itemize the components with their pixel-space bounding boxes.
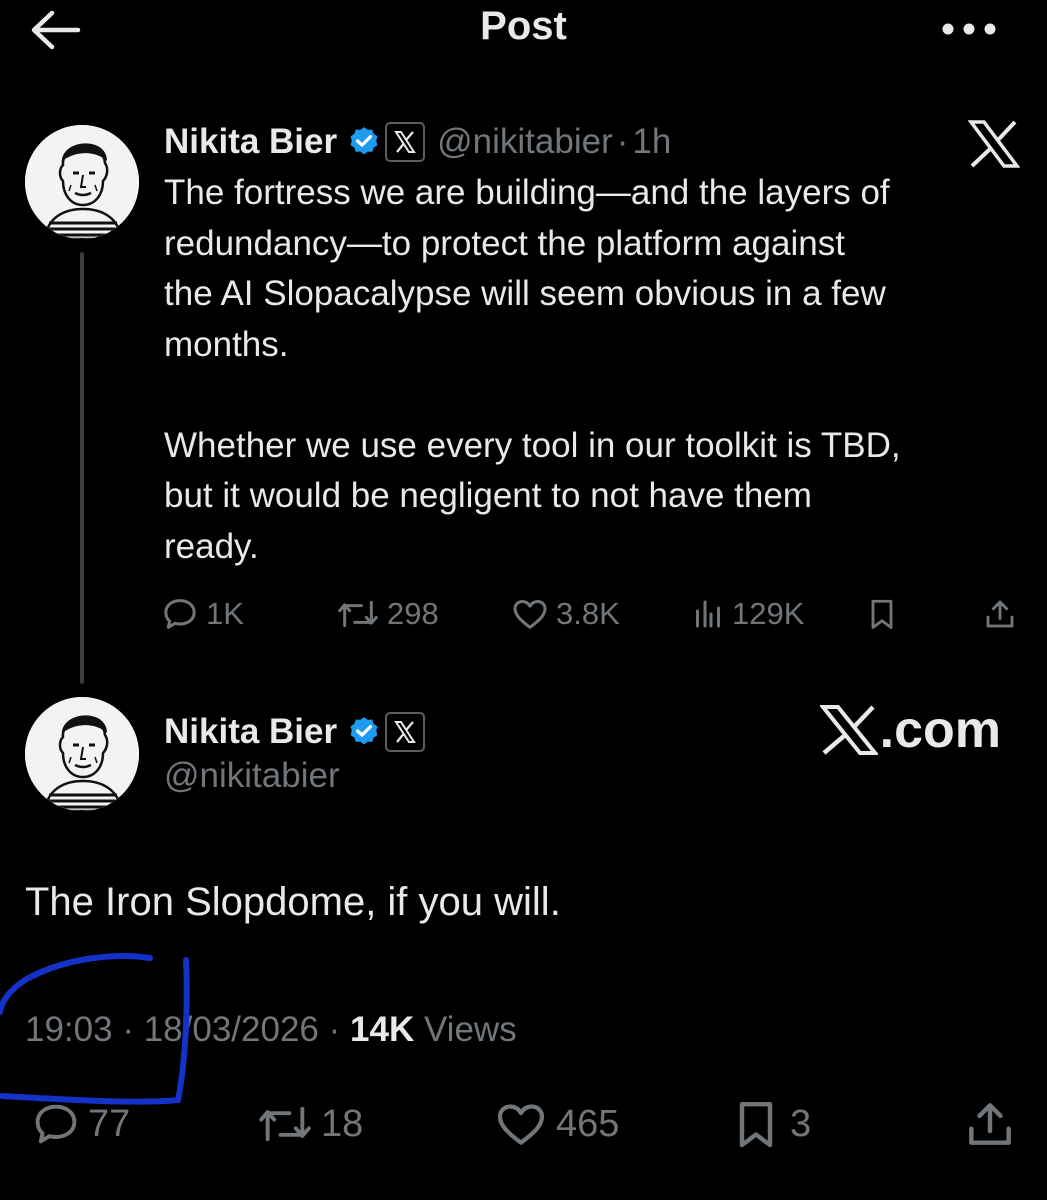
share-button[interactable] <box>962 1092 1018 1156</box>
reply-icon <box>164 599 196 629</box>
bookmark-button[interactable] <box>864 588 900 640</box>
page-title: Post <box>480 4 567 48</box>
repost-icon <box>259 1106 311 1142</box>
handle[interactable]: @nikitabier <box>437 122 613 162</box>
tweet-date[interactable]: 18/03/2026 <box>144 1010 319 1049</box>
reply-button[interactable]: 1K <box>160 588 244 640</box>
main-tweet-user-row: Nikita Bier <box>164 708 426 756</box>
repost-button[interactable]: 18 <box>255 1092 363 1156</box>
heart-icon <box>497 1104 545 1145</box>
avatar-illustration <box>25 697 139 811</box>
avatar-illustration <box>25 125 139 239</box>
x-logo-icon <box>394 721 416 743</box>
repost-button[interactable]: 298 <box>335 588 439 640</box>
like-button[interactable]: 3.8K <box>510 588 620 640</box>
timestamp[interactable]: 1h <box>632 122 671 162</box>
bar-chart-icon <box>696 600 720 628</box>
thread-connector-line <box>80 252 84 684</box>
like-button[interactable]: 465 <box>492 1092 619 1156</box>
share-icon <box>986 600 1014 628</box>
dot-separator: · <box>122 1010 134 1049</box>
main-tweet-text: The Iron Slopdome, if you will. <box>25 880 561 924</box>
reply-count: 77 <box>88 1102 131 1145</box>
bookmark-button[interactable]: 3 <box>728 1092 811 1156</box>
header: Post <box>0 0 1047 62</box>
share-button[interactable] <box>982 588 1018 640</box>
avatar[interactable] <box>25 697 139 811</box>
repost-icon <box>338 600 378 628</box>
reply-count: 1K <box>206 596 244 631</box>
more-horizontal-icon <box>942 23 996 35</box>
main-tweet-actions: 77 18 465 3 <box>0 1092 1047 1156</box>
xcom-watermark-text: .com <box>879 701 1001 759</box>
verified-badge-icon <box>350 127 378 155</box>
views-button[interactable]: 129K <box>690 588 804 640</box>
post-page: Post Nikita Bier @nikitabier · 1h The fo… <box>0 0 1047 1200</box>
tweet-time[interactable]: 19:03 <box>25 1010 113 1049</box>
affiliation-badge[interactable] <box>385 712 426 752</box>
x-logo-icon <box>819 705 878 755</box>
repost-count: 298 <box>387 596 439 631</box>
handle[interactable]: @nikitabier <box>164 756 340 796</box>
parent-tweet-text: The fortress we are building—and the lay… <box>164 173 901 566</box>
x-logo-icon <box>394 131 416 153</box>
tweet-metadata: 19:03 · 18/03/2026 · 14K Views <box>25 1010 517 1050</box>
avatar[interactable] <box>25 125 139 239</box>
heart-icon <box>513 600 547 629</box>
bookmark-icon <box>739 1101 773 1148</box>
dot-separator: · <box>328 1010 341 1049</box>
more-options-button[interactable] <box>941 14 997 44</box>
parent-tweet-user-row: Nikita Bier @nikitabier · 1h <box>164 118 671 166</box>
like-count: 465 <box>556 1102 620 1145</box>
dot-separator: · <box>616 122 629 161</box>
views-count: 129K <box>732 596 805 631</box>
reply-icon <box>35 1104 77 1144</box>
like-count: 3.8K <box>556 596 620 631</box>
display-name[interactable]: Nikita Bier <box>164 712 337 752</box>
views-count[interactable]: 14K <box>350 1010 414 1049</box>
affiliation-badge[interactable] <box>385 122 426 162</box>
parent-tweet-actions: 1K 298 3.8K 129K <box>160 588 1030 640</box>
views-label: Views <box>423 1010 517 1049</box>
bookmark-count: 3 <box>790 1102 812 1145</box>
reply-button[interactable]: 77 <box>30 1092 130 1156</box>
x-logo-icon <box>968 120 1020 168</box>
repost-count: 18 <box>321 1102 364 1145</box>
verified-badge-icon <box>350 717 378 745</box>
share-icon <box>969 1103 1011 1145</box>
display-name[interactable]: Nikita Bier <box>164 122 337 162</box>
xcom-watermark: .com <box>819 700 1001 760</box>
bookmark-icon <box>871 599 893 629</box>
